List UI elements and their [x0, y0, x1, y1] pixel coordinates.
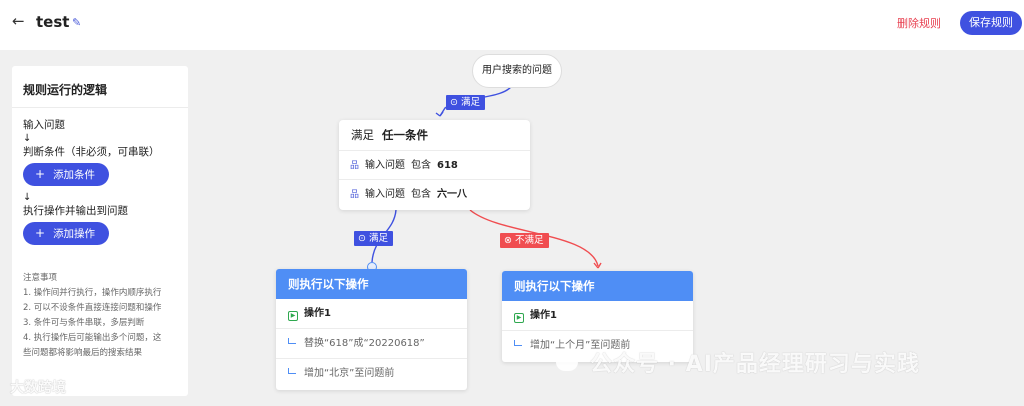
watermark-text: 公众号 · AI产品经理研习与实践	[590, 352, 920, 377]
elbow-icon	[288, 338, 296, 344]
not-satisfy-tag: ⊗ 不满足	[500, 233, 549, 248]
hierarchy-icon: 品	[350, 190, 360, 200]
action-header: 则执行以下操作	[502, 271, 693, 301]
satisfy-tag: ⊙ 满足	[446, 95, 485, 110]
condition-card[interactable]: 满足 任一条件 品输入问题 包含 618 品输入问题 包含 六一八	[339, 120, 530, 210]
operation-row[interactable]: ▶ 操作1	[502, 301, 693, 331]
check-circle-icon: ⊙	[358, 233, 369, 244]
condition-row[interactable]: 品输入问题 包含 六一八	[339, 180, 530, 209]
action-header: 则执行以下操作	[276, 269, 467, 299]
condition-header: 满足 任一条件	[339, 120, 530, 151]
connector-arrowhead	[435, 111, 444, 117]
start-node[interactable]: 用户搜索的问题	[472, 54, 562, 88]
wechat-logo-icon	[556, 353, 578, 371]
corner-watermark: 大数跨境	[10, 380, 66, 396]
play-icon: ▶	[288, 311, 298, 321]
elbow-icon	[288, 368, 296, 374]
elbow-icon	[514, 340, 522, 346]
hierarchy-icon: 品	[350, 161, 360, 171]
action-card-left[interactable]: 则执行以下操作 ▶ 操作1 替换“618”成“20220618” 增加“北京”至问…	[276, 269, 467, 390]
check-circle-icon: ⊙	[450, 97, 461, 108]
condition-row[interactable]: 品输入问题 包含 618	[339, 151, 530, 180]
satisfy-tag: ⊙ 满足	[354, 231, 393, 246]
play-icon: ▶	[514, 313, 524, 323]
operation-step[interactable]: 增加“北京”至问题前	[276, 359, 467, 389]
operation-row[interactable]: ▶ 操作1	[276, 299, 467, 329]
cross-circle-icon: ⊗	[504, 235, 515, 246]
operation-step[interactable]: 替换“618”成“20220618”	[276, 329, 467, 359]
